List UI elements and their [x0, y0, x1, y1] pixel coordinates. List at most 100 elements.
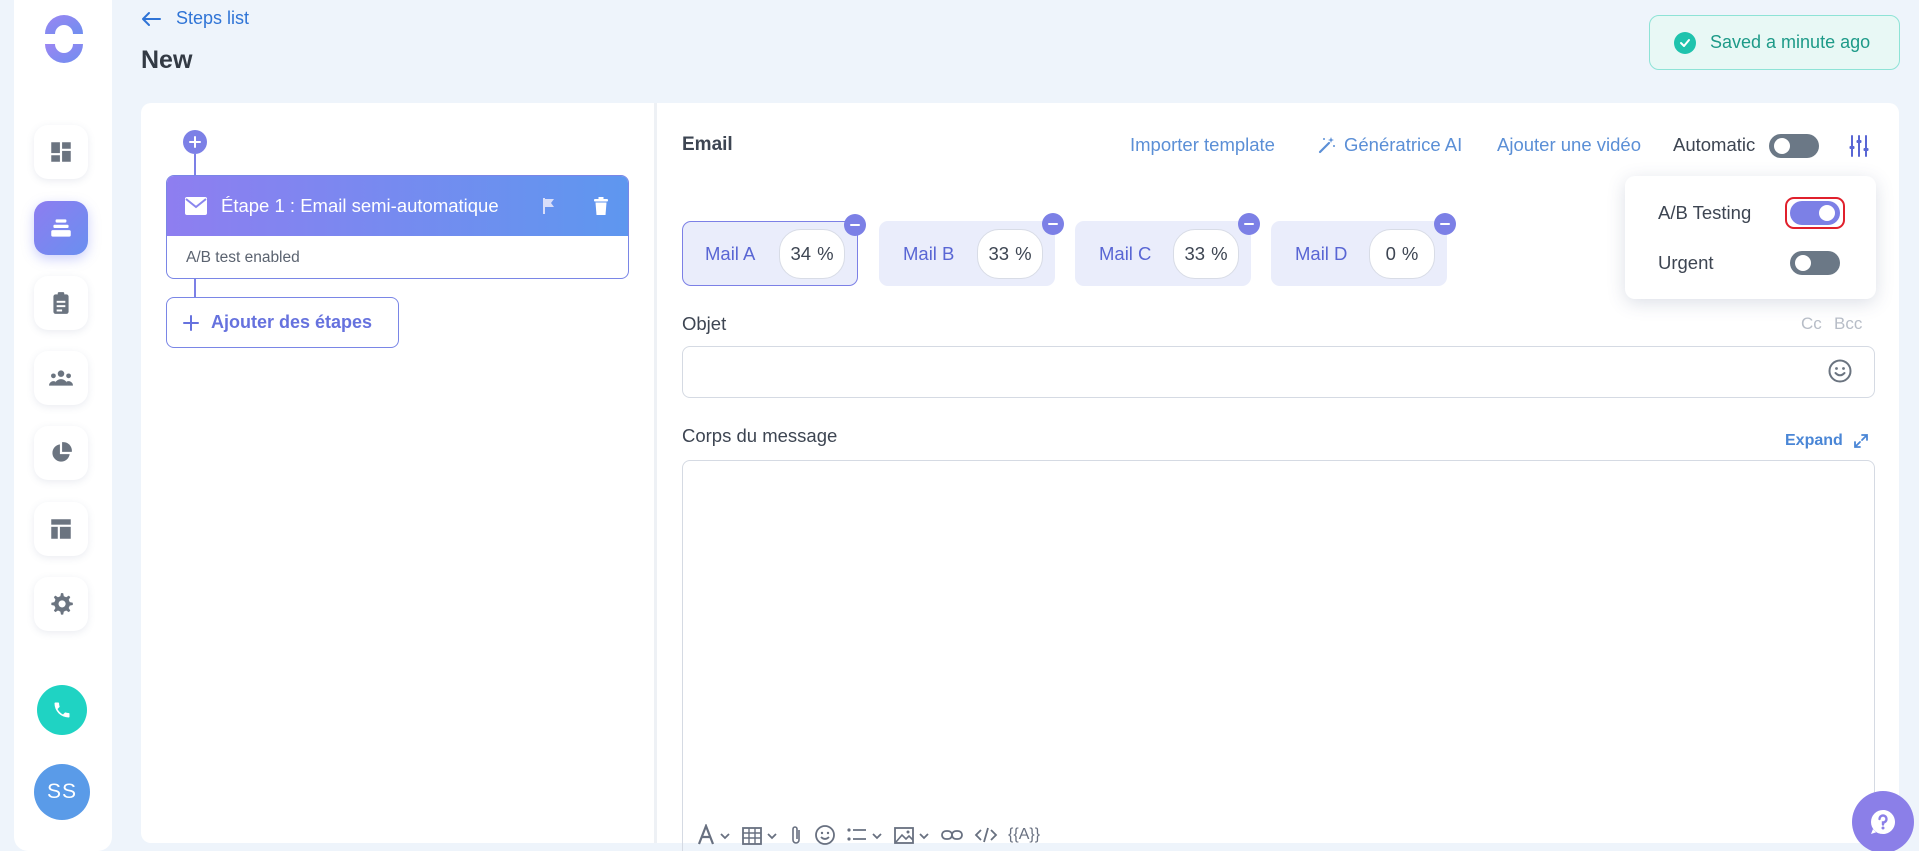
- urgent-label: Urgent: [1658, 252, 1714, 273]
- ab-testing-label: A/B Testing: [1658, 202, 1752, 223]
- pie-chart-icon: [52, 442, 72, 462]
- code-icon: [974, 827, 998, 843]
- list-icon: [847, 828, 866, 841]
- emoji-icon[interactable]: [1827, 358, 1853, 384]
- add-steps-button[interactable]: Ajouter des étapes: [166, 297, 399, 348]
- app-logo[interactable]: [39, 14, 89, 64]
- image-button[interactable]: [893, 824, 930, 846]
- mail-variant-name: Mail B: [903, 242, 955, 264]
- step-header: Étape 1 : Email semi-automatique: [167, 176, 628, 236]
- body-label: Corps du message: [682, 425, 838, 446]
- remove-variant-icon[interactable]: [1042, 213, 1064, 235]
- automatic-toggle[interactable]: [1769, 134, 1819, 158]
- team-icon: [49, 370, 73, 386]
- plus-icon: [183, 314, 199, 331]
- flag-icon[interactable]: [538, 195, 560, 217]
- help-button[interactable]: [1852, 791, 1914, 851]
- add-steps-label: Ajouter des étapes: [211, 312, 373, 332]
- ai-generator-link[interactable]: Génératrice AI: [1318, 134, 1462, 156]
- envelope-icon: [185, 197, 207, 215]
- sidebar-item-team[interactable]: [34, 351, 88, 405]
- variables-button[interactable]: {{A}}: [1008, 826, 1040, 844]
- user-avatar[interactable]: SS: [34, 764, 90, 820]
- sidebar-item-tasks[interactable]: [34, 276, 88, 330]
- image-icon: [894, 827, 914, 844]
- ab-testing-toggle[interactable]: [1790, 201, 1840, 225]
- remove-variant-icon[interactable]: [844, 214, 866, 236]
- gear-icon: [51, 593, 73, 615]
- clipboard-icon: [53, 292, 69, 314]
- text-format-button[interactable]: [696, 824, 731, 846]
- sliders-icon[interactable]: [1847, 134, 1871, 158]
- expand-icon: [1853, 434, 1868, 448]
- subject-input[interactable]: [682, 346, 1875, 398]
- step-connector: [194, 279, 196, 298]
- mail-variant-c[interactable]: Mail C 33%: [1075, 213, 1260, 286]
- urgent-toggle[interactable]: [1790, 251, 1840, 275]
- step-card[interactable]: Étape 1 : Email semi-automatique A/B tes…: [166, 175, 629, 279]
- mail-variant-d[interactable]: Mail D 0%: [1271, 213, 1456, 286]
- back-to-steps-link[interactable]: Steps list: [140, 8, 249, 29]
- chevron-down-icon: [767, 833, 777, 840]
- automatic-label: Automatic: [1673, 134, 1756, 155]
- font-icon: [697, 824, 715, 845]
- emoji-button[interactable]: [814, 824, 836, 846]
- import-template-link[interactable]: Importer template: [1130, 134, 1275, 156]
- mail-variant-name: Mail A: [705, 242, 756, 264]
- add-video-link[interactable]: Ajouter une vidéo: [1497, 134, 1641, 156]
- table-button[interactable]: [741, 824, 778, 846]
- bcc-link[interactable]: Bcc: [1834, 314, 1862, 334]
- link-button[interactable]: [940, 824, 964, 846]
- expand-editor-link[interactable]: Expand: [1785, 432, 1869, 450]
- cc-link[interactable]: Cc: [1801, 314, 1822, 334]
- dashboard-icon: [51, 142, 71, 162]
- panel-divider: [654, 103, 657, 843]
- mail-variant-b[interactable]: Mail B 33%: [879, 213, 1064, 286]
- question-bubble-icon: [1871, 810, 1895, 834]
- saved-status-badge: Saved a minute ago: [1649, 15, 1900, 70]
- variant-percent-input[interactable]: 0%: [1369, 228, 1435, 279]
- chevron-down-icon: [872, 833, 882, 840]
- page-title: New: [141, 46, 193, 74]
- code-button[interactable]: [974, 824, 998, 846]
- step-title: Étape 1 : Email semi-automatique: [221, 195, 499, 216]
- remove-variant-icon[interactable]: [1238, 213, 1260, 235]
- sidebar-item-reports[interactable]: [34, 426, 88, 480]
- remove-variant-icon[interactable]: [1434, 213, 1456, 235]
- list-button[interactable]: [846, 824, 883, 846]
- mail-variant-a[interactable]: Mail A 34%: [682, 214, 866, 286]
- emoji-icon: [815, 825, 835, 845]
- plus-icon: [189, 136, 201, 148]
- insert-step-before-button[interactable]: [183, 130, 207, 154]
- trash-icon[interactable]: [590, 195, 612, 217]
- saved-status-text: Saved a minute ago: [1710, 32, 1871, 52]
- magic-wand-icon: [1318, 137, 1335, 154]
- back-link-label: Steps list: [176, 8, 250, 28]
- chevron-down-icon: [919, 833, 929, 840]
- sidebar-item-templates[interactable]: [34, 502, 88, 556]
- variant-percent-input[interactable]: 33%: [1173, 228, 1239, 279]
- attachment-button[interactable]: [788, 824, 804, 846]
- paperclip-icon: [792, 826, 800, 844]
- sidebar-item-settings[interactable]: [34, 577, 88, 631]
- table-icon: [742, 827, 762, 845]
- link-icon: [941, 830, 963, 840]
- sequences-icon: [51, 219, 71, 237]
- variant-percent-input[interactable]: 34%: [779, 228, 845, 279]
- step-connector: [194, 154, 196, 176]
- phone-icon: [54, 702, 70, 718]
- email-section-label: Email: [682, 134, 733, 155]
- phone-button[interactable]: [37, 685, 87, 735]
- mail-variant-name: Mail C: [1099, 242, 1152, 264]
- email-options-popover: A/B Testing Urgent: [1625, 176, 1876, 299]
- check-circle-icon: [1674, 31, 1696, 54]
- sidebar-item-dashboard[interactable]: [34, 125, 88, 179]
- sidebar-item-sequences[interactable]: [34, 201, 88, 255]
- step-subtitle: A/B test enabled: [186, 249, 300, 266]
- layout-icon: [51, 519, 71, 539]
- ai-generator-label: Génératrice AI: [1344, 134, 1463, 155]
- message-body-editor[interactable]: [682, 460, 1875, 851]
- arrow-left-icon: [142, 11, 161, 26]
- expand-label: Expand: [1785, 432, 1843, 449]
- variant-percent-input[interactable]: 33%: [977, 228, 1043, 279]
